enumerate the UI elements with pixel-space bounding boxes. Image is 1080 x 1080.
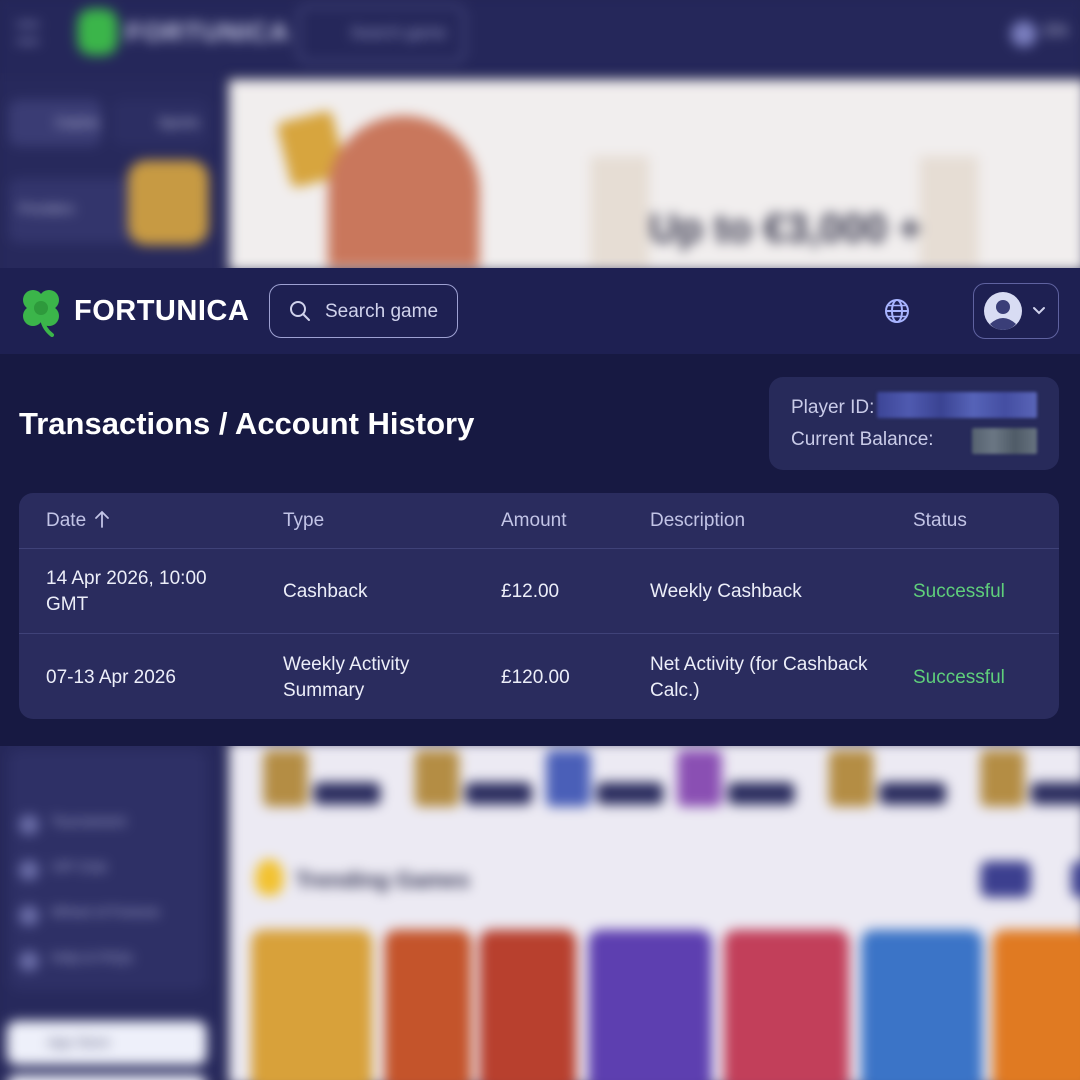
bg-thumb-strip	[257, 750, 1080, 811]
bg-thumb	[540, 750, 671, 809]
bg-nav-button	[980, 861, 1031, 898]
cell-amount: £120.00	[501, 667, 570, 688]
table-row[interactable]: 07-13 Apr 2026 Weekly Activity Summary £…	[19, 635, 1059, 719]
bg-hero-column	[919, 156, 979, 268]
menu-icon	[16, 22, 40, 44]
bg-game-tile	[384, 929, 472, 1080]
bg-tab-casino: Casino	[8, 99, 102, 147]
bg-thumb	[257, 750, 388, 809]
bg-lang-label: EN	[1045, 22, 1068, 41]
clover-logo-icon[interactable]	[18, 285, 64, 337]
avatar-icon	[984, 292, 1022, 330]
bg-brand: FORTUNICA	[125, 16, 290, 48]
column-header-label: Date	[46, 510, 87, 531]
status-badge: Successful	[913, 667, 1005, 688]
cell-type: Weekly Activity Summary	[283, 654, 410, 701]
bg-game-tile	[992, 929, 1080, 1080]
bg-side-item: Help & FAQs	[18, 949, 133, 972]
balance-redacted	[972, 428, 1037, 454]
bg-side-item: VIP Club	[18, 858, 107, 881]
bg-app-button-2	[6, 1075, 207, 1080]
bg-nav-button	[1071, 861, 1080, 898]
column-header-description[interactable]: Description	[650, 510, 900, 532]
bg-game-tile	[723, 929, 850, 1080]
bg-hero-figure	[327, 115, 480, 268]
chevron-down-icon	[1033, 307, 1045, 315]
player-id-redacted	[877, 392, 1037, 418]
bg-globe-icon	[1010, 20, 1037, 48]
brand-name[interactable]: FORTUNICA	[74, 295, 249, 328]
bg-thumb	[974, 750, 1080, 809]
bg-thumb	[409, 750, 540, 809]
bg-app-button: App Store	[6, 1020, 207, 1066]
cell-description: Weekly Cashback	[650, 581, 802, 602]
cell-type: Cashback	[283, 581, 368, 602]
balance-label: Current Balance:	[791, 429, 934, 450]
search-icon	[290, 301, 310, 321]
bg-game-tile	[861, 929, 983, 1080]
bg-game-tile	[588, 929, 712, 1080]
player-id-label: Player ID:	[791, 397, 875, 418]
search-input[interactable]: Search game	[269, 284, 458, 338]
bg-hero-column	[590, 156, 650, 268]
bg-search-input: Search game	[297, 4, 466, 64]
bg-side-item: Wheel of Fortune	[18, 904, 160, 926]
column-header-amount[interactable]: Amount	[501, 510, 631, 532]
bg-game-tile	[251, 929, 373, 1080]
bg-promo-image	[127, 160, 209, 246]
transactions-panel: FORTUNICA Search game Transactions / Acc…	[0, 268, 1080, 746]
bg-hero-text: Up to €3,000 +	[649, 206, 922, 252]
bg-thumb	[671, 750, 802, 809]
player-info-card: Player ID: Current Balance:	[769, 377, 1059, 470]
search-placeholder: Search game	[325, 301, 439, 322]
column-header-status[interactable]: Status	[913, 510, 1043, 532]
transactions-table: Date Type Amount Description Status 14 A…	[19, 493, 1059, 719]
trophy-icon	[255, 859, 284, 896]
table-row[interactable]: 14 Apr 2026, 10:00 GMT Cashback £12.00 W…	[19, 549, 1059, 634]
cell-description: Net Activity (for Cashback Calc.)	[650, 654, 868, 701]
bg-logo-icon	[77, 8, 118, 56]
status-badge: Successful	[913, 581, 1005, 602]
cell-amount: £12.00	[501, 581, 560, 602]
table-header: Date Type Amount Description Status	[19, 493, 1059, 549]
page-title: Transactions / Account History	[19, 406, 475, 441]
bg-thumb	[823, 750, 954, 809]
bg-tab-sports: Sports	[111, 99, 209, 147]
globe-icon[interactable]	[884, 298, 910, 324]
sort-ascending-icon[interactable]	[94, 510, 110, 528]
bg-section-title: Trending Games	[295, 867, 470, 893]
user-menu-button[interactable]	[973, 283, 1059, 339]
column-header-type[interactable]: Type	[283, 510, 473, 532]
column-header-date[interactable]: Date	[46, 510, 246, 532]
bg-game-tile	[479, 929, 577, 1080]
header-bar: FORTUNICA Search game	[0, 268, 1080, 354]
cell-date: 07-13 Apr 2026	[46, 667, 176, 688]
bg-side-item: Tournament	[18, 813, 126, 835]
cell-date: 14 Apr 2026, 10:00 GMT	[46, 568, 207, 615]
